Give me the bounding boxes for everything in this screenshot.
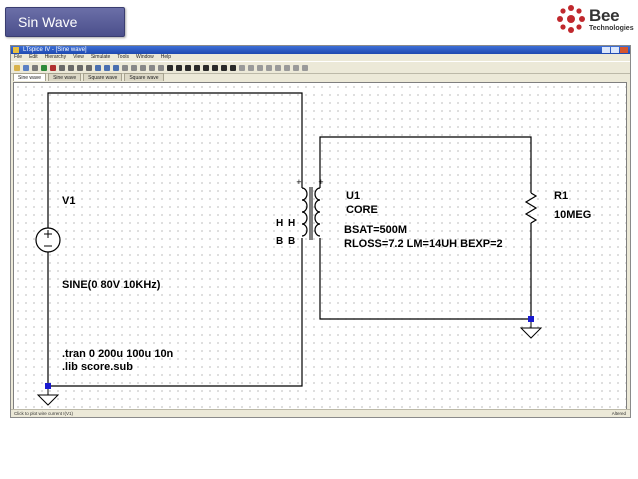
pan-icon[interactable]: [68, 64, 74, 71]
spice-directive-icon[interactable]: [302, 64, 308, 71]
menu-help[interactable]: Help: [161, 54, 171, 61]
label-net-icon[interactable]: [185, 64, 191, 71]
component-icon[interactable]: [230, 64, 236, 71]
save-icon[interactable]: [23, 64, 29, 71]
ground-icon-right: [519, 322, 543, 339]
menu-view[interactable]: View: [73, 54, 84, 61]
menu-simulate[interactable]: Simulate: [91, 54, 110, 61]
paste-icon[interactable]: [140, 64, 146, 71]
logo-word: Bee: [589, 6, 620, 25]
svg-text:+: +: [318, 178, 324, 186]
transformer-param-rloss: RLOSS=7.2 LM=14UH BEXP=2: [344, 238, 503, 250]
zoom-in-icon[interactable]: [59, 64, 65, 71]
menu-tools[interactable]: Tools: [117, 54, 129, 61]
lib-directive: .lib score.sub: [62, 361, 133, 373]
svg-text:+: +: [296, 178, 302, 186]
halt-icon[interactable]: [50, 64, 56, 71]
control-panel-icon[interactable]: [32, 64, 38, 71]
zoom-fit-icon[interactable]: [86, 64, 92, 71]
ground-icon[interactable]: [176, 64, 182, 71]
pin-label-b1: B: [276, 236, 284, 247]
node-marker-right: [528, 316, 534, 322]
minimize-icon[interactable]: [602, 47, 610, 53]
menu-hierarchy[interactable]: Hierarchy: [45, 54, 66, 61]
tab-square-wave-1[interactable]: Square wave: [83, 73, 123, 81]
open-icon[interactable]: [14, 64, 20, 71]
rotate-icon[interactable]: [275, 64, 281, 71]
close-window-icon[interactable]: [113, 64, 119, 71]
schematic-canvas[interactable]: + + V1 SINE(0 80V 10KHz) .tran 0 200u 10…: [13, 82, 627, 410]
close-icon[interactable]: [620, 47, 628, 53]
pin-label-h1: H: [276, 218, 284, 229]
mirror-icon[interactable]: [284, 64, 290, 71]
status-altered: Altered: [611, 411, 626, 416]
maximize-icon[interactable]: [611, 47, 619, 53]
copy-icon[interactable]: [131, 64, 137, 71]
tile-icon[interactable]: [95, 64, 101, 71]
wire-icon[interactable]: [167, 64, 173, 71]
resistor-name-label: R1: [554, 190, 569, 202]
cascade-icon[interactable]: [104, 64, 110, 71]
capacitor-icon[interactable]: [203, 64, 209, 71]
drag-icon[interactable]: [248, 64, 254, 71]
cut-icon[interactable]: [122, 64, 128, 71]
transformer-model-label: CORE: [346, 204, 378, 216]
source-name-label: V1: [62, 195, 76, 207]
pin-label-b2: B: [288, 236, 296, 247]
undo-icon[interactable]: [257, 64, 263, 71]
wire-top-left: [47, 92, 303, 231]
print-icon[interactable]: [158, 64, 164, 71]
redo-icon[interactable]: [266, 64, 272, 71]
logo-mark-icon: [557, 5, 585, 33]
logo-subtext: Technologies: [589, 25, 634, 32]
window-titlebar: LTspice IV - [Sine wave]: [11, 46, 630, 54]
node-marker-left: [45, 383, 51, 389]
source-value-label: SINE(0 80V 10KHz): [62, 279, 161, 291]
tran-directive: .tran 0 200u 100u 10n: [62, 348, 174, 360]
status-bar: Click to plot wire current I(V1) Altered: [11, 409, 630, 417]
tab-sine-wave-1[interactable]: Sine wave: [13, 73, 47, 81]
resistor-value-label: 10MEG: [554, 209, 592, 221]
move-icon[interactable]: [239, 64, 245, 71]
tab-square-wave-2[interactable]: Square wave: [124, 73, 164, 81]
menu-bar: File Edit Hierarchy View Simulate Tools …: [11, 54, 630, 61]
company-logo: Bee Technologies: [554, 2, 638, 38]
menu-file[interactable]: File: [14, 54, 22, 61]
app-icon: [13, 47, 19, 53]
document-tabs: Sine wave Sine wave Square wave Square w…: [11, 73, 630, 81]
find-icon[interactable]: [149, 64, 155, 71]
window-title: LTspice IV - [Sine wave]: [23, 47, 87, 53]
inductor-icon[interactable]: [212, 64, 218, 71]
ltspice-window: LTspice IV - [Sine wave] File Edit Hiera…: [10, 45, 631, 418]
run-icon[interactable]: [41, 64, 47, 71]
transformer-param-bsat: BSAT=500M: [344, 224, 408, 236]
text-icon[interactable]: [293, 64, 299, 71]
diode-icon[interactable]: [221, 64, 227, 71]
tab-sine-wave-2[interactable]: Sine wave: [48, 73, 82, 81]
menu-window[interactable]: Window: [136, 54, 154, 61]
window-controls: [602, 47, 628, 53]
resistor-symbol-icon: [524, 192, 538, 224]
status-message: Click to plot wire current I(V1): [14, 411, 74, 416]
voltage-source-icon: [35, 227, 61, 253]
menu-edit[interactable]: Edit: [29, 54, 38, 61]
slide-title: Sin Wave: [5, 7, 125, 37]
wire-top-right: [319, 136, 532, 193]
resistor-icon[interactable]: [194, 64, 200, 71]
zoom-out-icon[interactable]: [77, 64, 83, 71]
transformer-name-label: U1: [346, 190, 361, 202]
ground-icon: [36, 389, 60, 406]
pin-label-h2: H: [288, 218, 296, 229]
